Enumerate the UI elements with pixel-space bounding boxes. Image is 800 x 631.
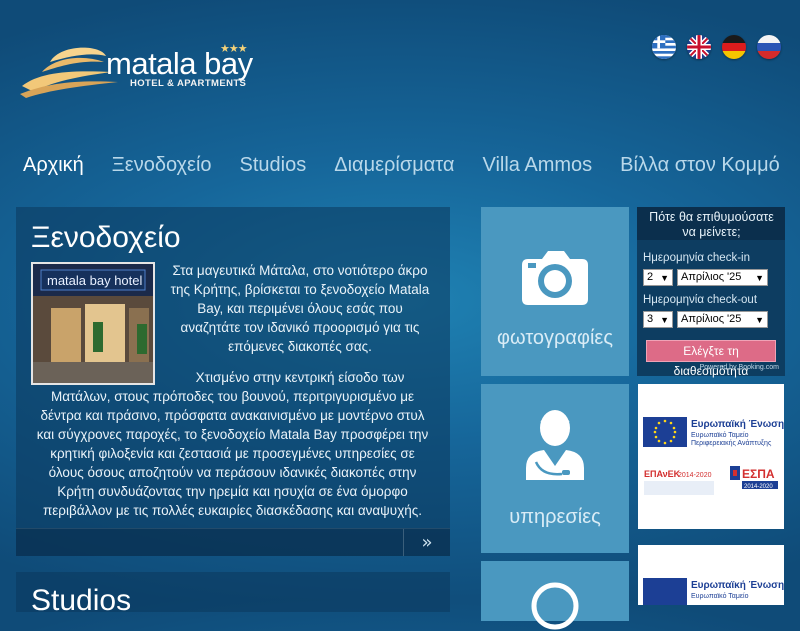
nav-home[interactable]: Αρχική xyxy=(23,154,84,177)
epanek-years: 2014-2020 xyxy=(678,472,712,479)
receptionist-icon xyxy=(481,406,629,480)
espa-logo: ΕΣΠΑ xyxy=(742,467,775,481)
eu-union-text: Ευρωπαϊκή Ένωση xyxy=(691,419,784,430)
chevron-down-icon: ▼ xyxy=(755,273,764,283)
german-flag-icon[interactable] xyxy=(722,35,746,59)
studios-card: Studios xyxy=(16,572,450,617)
info-icon xyxy=(481,581,629,631)
hotel-description-p2: Χτισμένο στην κεντρική είσοδο των Ματάλω… xyxy=(36,370,429,518)
check-availability-button[interactable]: Ελέγξτε τη διαθεσιμότητα xyxy=(646,340,776,378)
chevron-down-icon: ▼ xyxy=(660,315,669,325)
chevron-down-icon: ▼ xyxy=(660,273,669,283)
checkout-month-select[interactable]: Απρίλιος '25 ▼ xyxy=(677,311,768,328)
checkin-month-select[interactable]: Απρίλιος '25 ▼ xyxy=(677,269,768,286)
photos-tile-label: φωτογραφίες xyxy=(497,327,613,349)
espa-years: 2014-2020 xyxy=(744,484,773,490)
eu-fund-text: Ευρωπαϊκό Ταμείο xyxy=(691,592,749,600)
nav-studios[interactable]: Studios xyxy=(240,154,307,177)
wave-logo-icon xyxy=(20,47,118,98)
hotel-description-p1: Στα μαγευτικά Μάταλα, στο νοτιότερο άκρο… xyxy=(170,263,430,354)
services-tile[interactable]: υπηρεσίες xyxy=(481,384,629,553)
hotel-card: Ξενοδοχείο matala bay hotel Στα μαγευτικ… xyxy=(16,207,450,556)
star-rating: ★★★ xyxy=(220,42,248,55)
services-tile-label: υπηρεσίες xyxy=(509,506,601,528)
chevron-down-icon: ▼ xyxy=(755,315,764,325)
eu-flag-icon xyxy=(643,578,687,605)
nav-villa-ammos[interactable]: Villa Ammos xyxy=(482,154,592,177)
checkin-label: Ημερομηνία check-in xyxy=(643,252,750,264)
eu-fund-text: Ευρωπαϊκό Ταμείο xyxy=(691,431,749,439)
russian-flag-icon[interactable] xyxy=(757,35,781,59)
powered-by-booking: Powered by Booking.com xyxy=(699,364,779,371)
main-nav: Αρχική Ξενοδοχείο Studios Διαμερίσματα V… xyxy=(23,154,800,177)
booking-question: Πότε θα επιθυμούσατε να μείνετε; xyxy=(637,207,785,240)
nav-villa-kommos[interactable]: Βίλλα στον Κομμό xyxy=(620,154,780,177)
booking-widget: Πότε θα επιθυμούσατε να μείνετε; Ημερομη… xyxy=(637,207,785,378)
eu-union-text: Ευρωπαϊκή Ένωση xyxy=(691,580,784,591)
hotel-description: Στα μαγευτικά Μάταλα, στο νοτιότερο άκρο… xyxy=(31,261,434,532)
studios-card-title: Studios xyxy=(31,584,132,617)
checkout-label: Ημερομηνία check-out xyxy=(643,294,758,306)
eu-funding-banner[interactable]: Ευρωπαϊκή Ένωση Ευρωπαϊκό Ταμείο Περιφερ… xyxy=(638,384,784,529)
read-more-button[interactable]: » xyxy=(403,529,450,556)
eu-fund-text-2: Περιφερειακής Ανάπτυξης xyxy=(691,439,772,447)
eu-funding-banner-2[interactable]: Ευρωπαϊκή Ένωση Ευρωπαϊκό Ταμείο xyxy=(638,545,784,605)
checkout-day-select[interactable]: 3 ▼ xyxy=(643,311,673,328)
hotel-card-title: Ξενοδοχείο xyxy=(31,221,181,254)
checkin-day-select[interactable]: 2 ▼ xyxy=(643,269,673,286)
epanek-logo: ΕΠΑνΕΚ xyxy=(644,469,681,479)
camera-icon xyxy=(481,251,629,305)
greek-flag-icon[interactable] xyxy=(652,35,676,59)
double-chevron-right-icon: » xyxy=(421,532,433,553)
info-tile[interactable] xyxy=(481,561,629,630)
nav-apartments[interactable]: Διαμερίσματα xyxy=(334,154,454,177)
nav-hotel[interactable]: Ξενοδοχείο xyxy=(112,154,212,177)
brand-tagline: HOTEL & APARTMENTS xyxy=(130,78,247,89)
photos-tile[interactable]: φωτογραφίες xyxy=(481,207,629,376)
language-switcher xyxy=(652,35,781,59)
uk-flag-icon[interactable] xyxy=(687,35,711,59)
hotel-logo[interactable]: matala bay ★★★ HOTEL & APARTMENTS xyxy=(20,42,260,98)
hotel-card-footer: » xyxy=(16,528,450,556)
